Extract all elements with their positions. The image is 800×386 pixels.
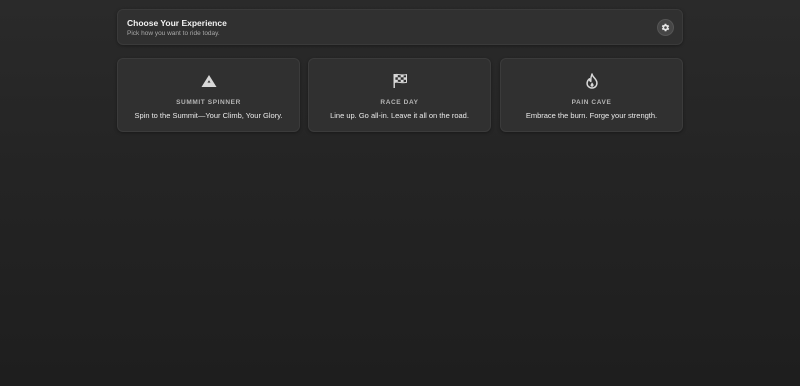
mountain-icon: [201, 73, 217, 89]
card-pain-cave[interactable]: PAIN CAVE Embrace the burn. Forge your s…: [500, 58, 683, 132]
card-summit-spinner[interactable]: SUMMIT SPINNER Spin to the Summit—Your C…: [117, 58, 300, 132]
page-subtitle: Pick how you want to ride today.: [127, 30, 220, 37]
card-label: SUMMIT SPINNER: [176, 99, 241, 106]
card-race-day[interactable]: RACE DAY Line up. Go all-in. Leave it al…: [308, 58, 491, 132]
card-tagline: Embrace the burn. Forge your strength.: [525, 111, 658, 120]
checkered-flag-icon: [392, 73, 408, 89]
card-label: RACE DAY: [380, 99, 419, 106]
settings-button[interactable]: [657, 19, 674, 36]
flame-icon: [584, 73, 600, 89]
experience-header: Choose Your Experience Pick how you want…: [117, 9, 683, 45]
experience-options: SUMMIT SPINNER Spin to the Summit—Your C…: [117, 58, 683, 132]
card-tagline: Line up. Go all-in. Leave it all on the …: [330, 111, 469, 120]
gear-icon: [661, 23, 670, 32]
card-label: PAIN CAVE: [571, 99, 612, 106]
page-title: Choose Your Experience: [127, 18, 227, 28]
card-tagline: Spin to the Summit—Your Climb, Your Glor…: [134, 111, 283, 120]
